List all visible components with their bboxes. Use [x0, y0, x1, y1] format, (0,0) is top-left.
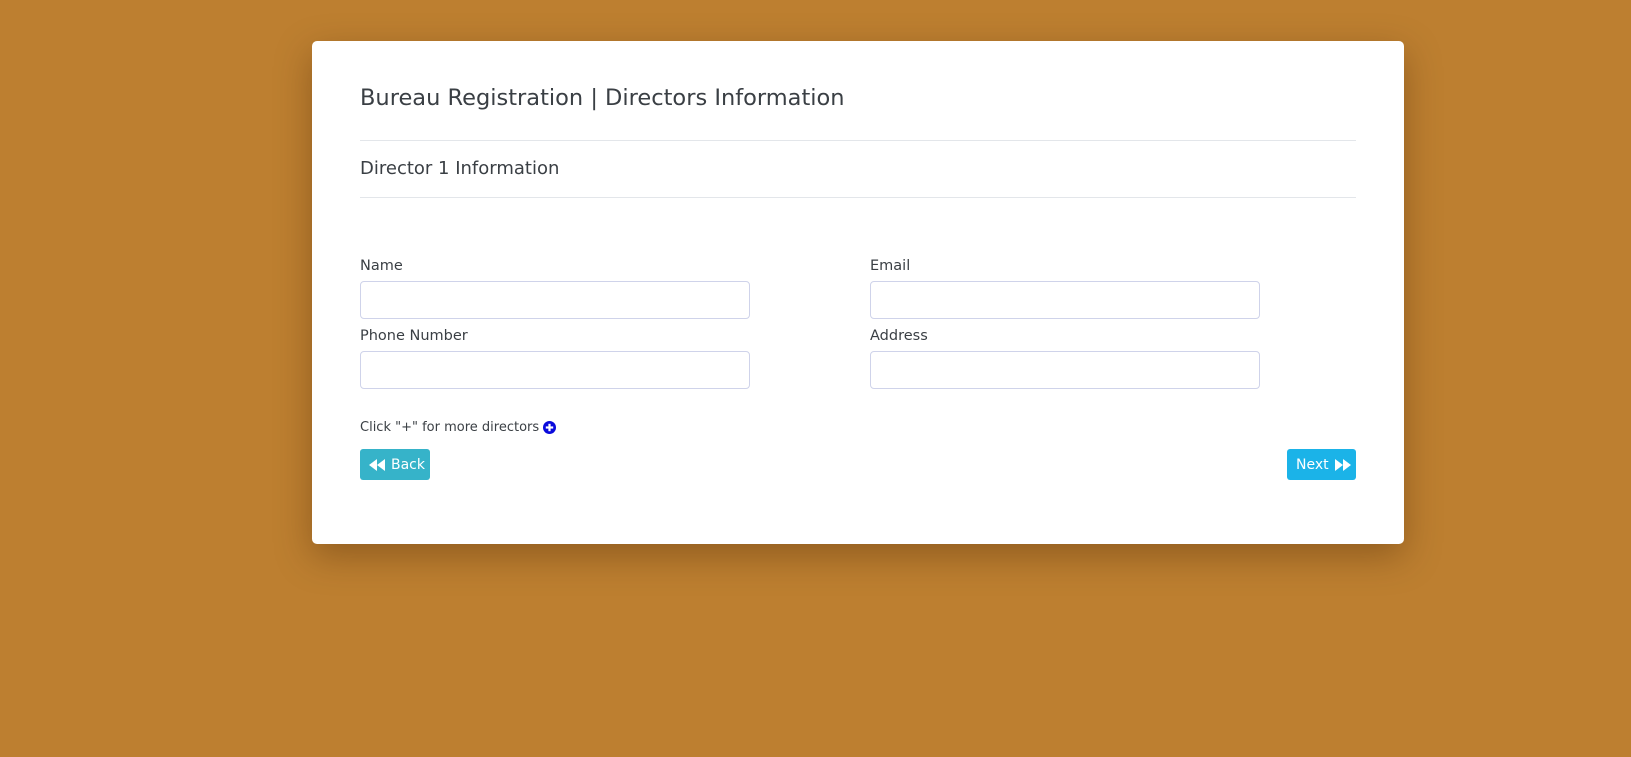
phone-field: Phone Number — [360, 329, 750, 389]
next-button-label: Next — [1296, 456, 1329, 473]
phone-input[interactable] — [360, 351, 750, 389]
section-divider — [360, 197, 1356, 198]
back-button-label: Back — [391, 456, 425, 473]
name-input[interactable] — [360, 281, 750, 319]
phone-label: Phone Number — [360, 328, 468, 344]
add-director-text: Click "+" for more directors — [360, 420, 540, 435]
fast-forward-icon — [1334, 458, 1351, 471]
name-field: Name — [360, 259, 750, 319]
fast-backward-icon — [369, 458, 385, 471]
add-director-hint: Click "+" for more directors — [360, 420, 557, 435]
section-title: Director 1 Information — [360, 158, 560, 179]
address-input[interactable] — [870, 351, 1260, 389]
back-button[interactable]: Back — [360, 449, 430, 480]
name-label: Name — [360, 258, 403, 274]
plus-circle-icon[interactable] — [543, 421, 557, 434]
title-divider — [360, 140, 1356, 141]
email-input[interactable] — [870, 281, 1260, 319]
next-button[interactable]: Next — [1287, 449, 1356, 480]
registration-card: Bureau Registration | Directors Informat… — [312, 41, 1404, 544]
address-field: Address — [870, 329, 1260, 389]
email-label: Email — [870, 258, 911, 274]
address-label: Address — [870, 328, 928, 344]
email-field: Email — [870, 259, 1260, 319]
page-title: Bureau Registration | Directors Informat… — [360, 85, 845, 111]
